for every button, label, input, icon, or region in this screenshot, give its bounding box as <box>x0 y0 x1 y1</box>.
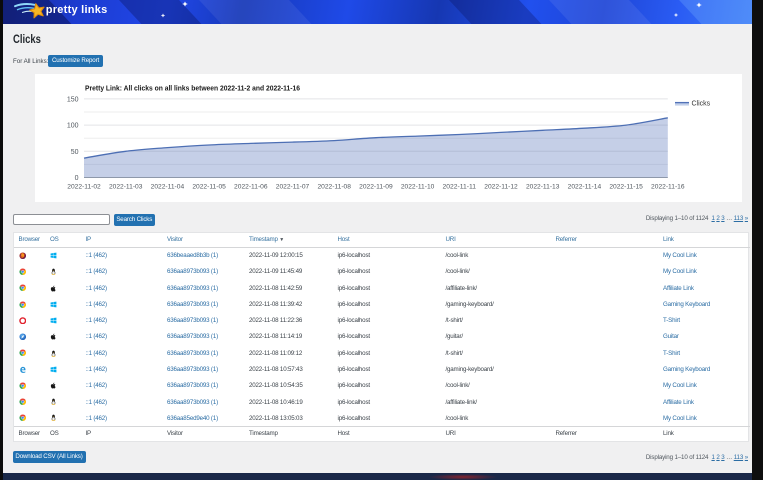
svg-text:Pretty Link: All clicks on all: Pretty Link: All clicks on all links bet… <box>85 84 300 93</box>
svg-text:2022-11-06: 2022-11-06 <box>234 184 268 191</box>
svg-text:2022-11-12: 2022-11-12 <box>484 184 518 191</box>
svg-text:2022-11-09: 2022-11-09 <box>359 184 393 191</box>
svg-text:2022-11-05: 2022-11-05 <box>192 184 226 191</box>
svg-text:2022-11-08: 2022-11-08 <box>317 184 351 191</box>
svg-text:2022-11-13: 2022-11-13 <box>526 184 560 191</box>
svg-text:2022-11-03: 2022-11-03 <box>109 184 143 191</box>
svg-text:2022-11-16: 2022-11-16 <box>651 184 685 191</box>
svg-text:2022-11-02: 2022-11-02 <box>67 184 101 191</box>
svg-text:2022-11-04: 2022-11-04 <box>151 184 185 191</box>
svg-text:2022-11-10: 2022-11-10 <box>401 184 435 191</box>
svg-text:2022-11-07: 2022-11-07 <box>276 184 310 191</box>
svg-text:2022-11-15: 2022-11-15 <box>609 184 643 191</box>
svg-text:50: 50 <box>71 149 79 156</box>
svg-text:0: 0 <box>75 175 79 182</box>
svg-text:Clicks: Clicks <box>692 100 711 107</box>
svg-text:2022-11-14: 2022-11-14 <box>568 184 602 191</box>
svg-text:150: 150 <box>67 96 79 103</box>
svg-text:2022-11-11: 2022-11-11 <box>443 184 477 191</box>
svg-text:100: 100 <box>67 123 79 130</box>
